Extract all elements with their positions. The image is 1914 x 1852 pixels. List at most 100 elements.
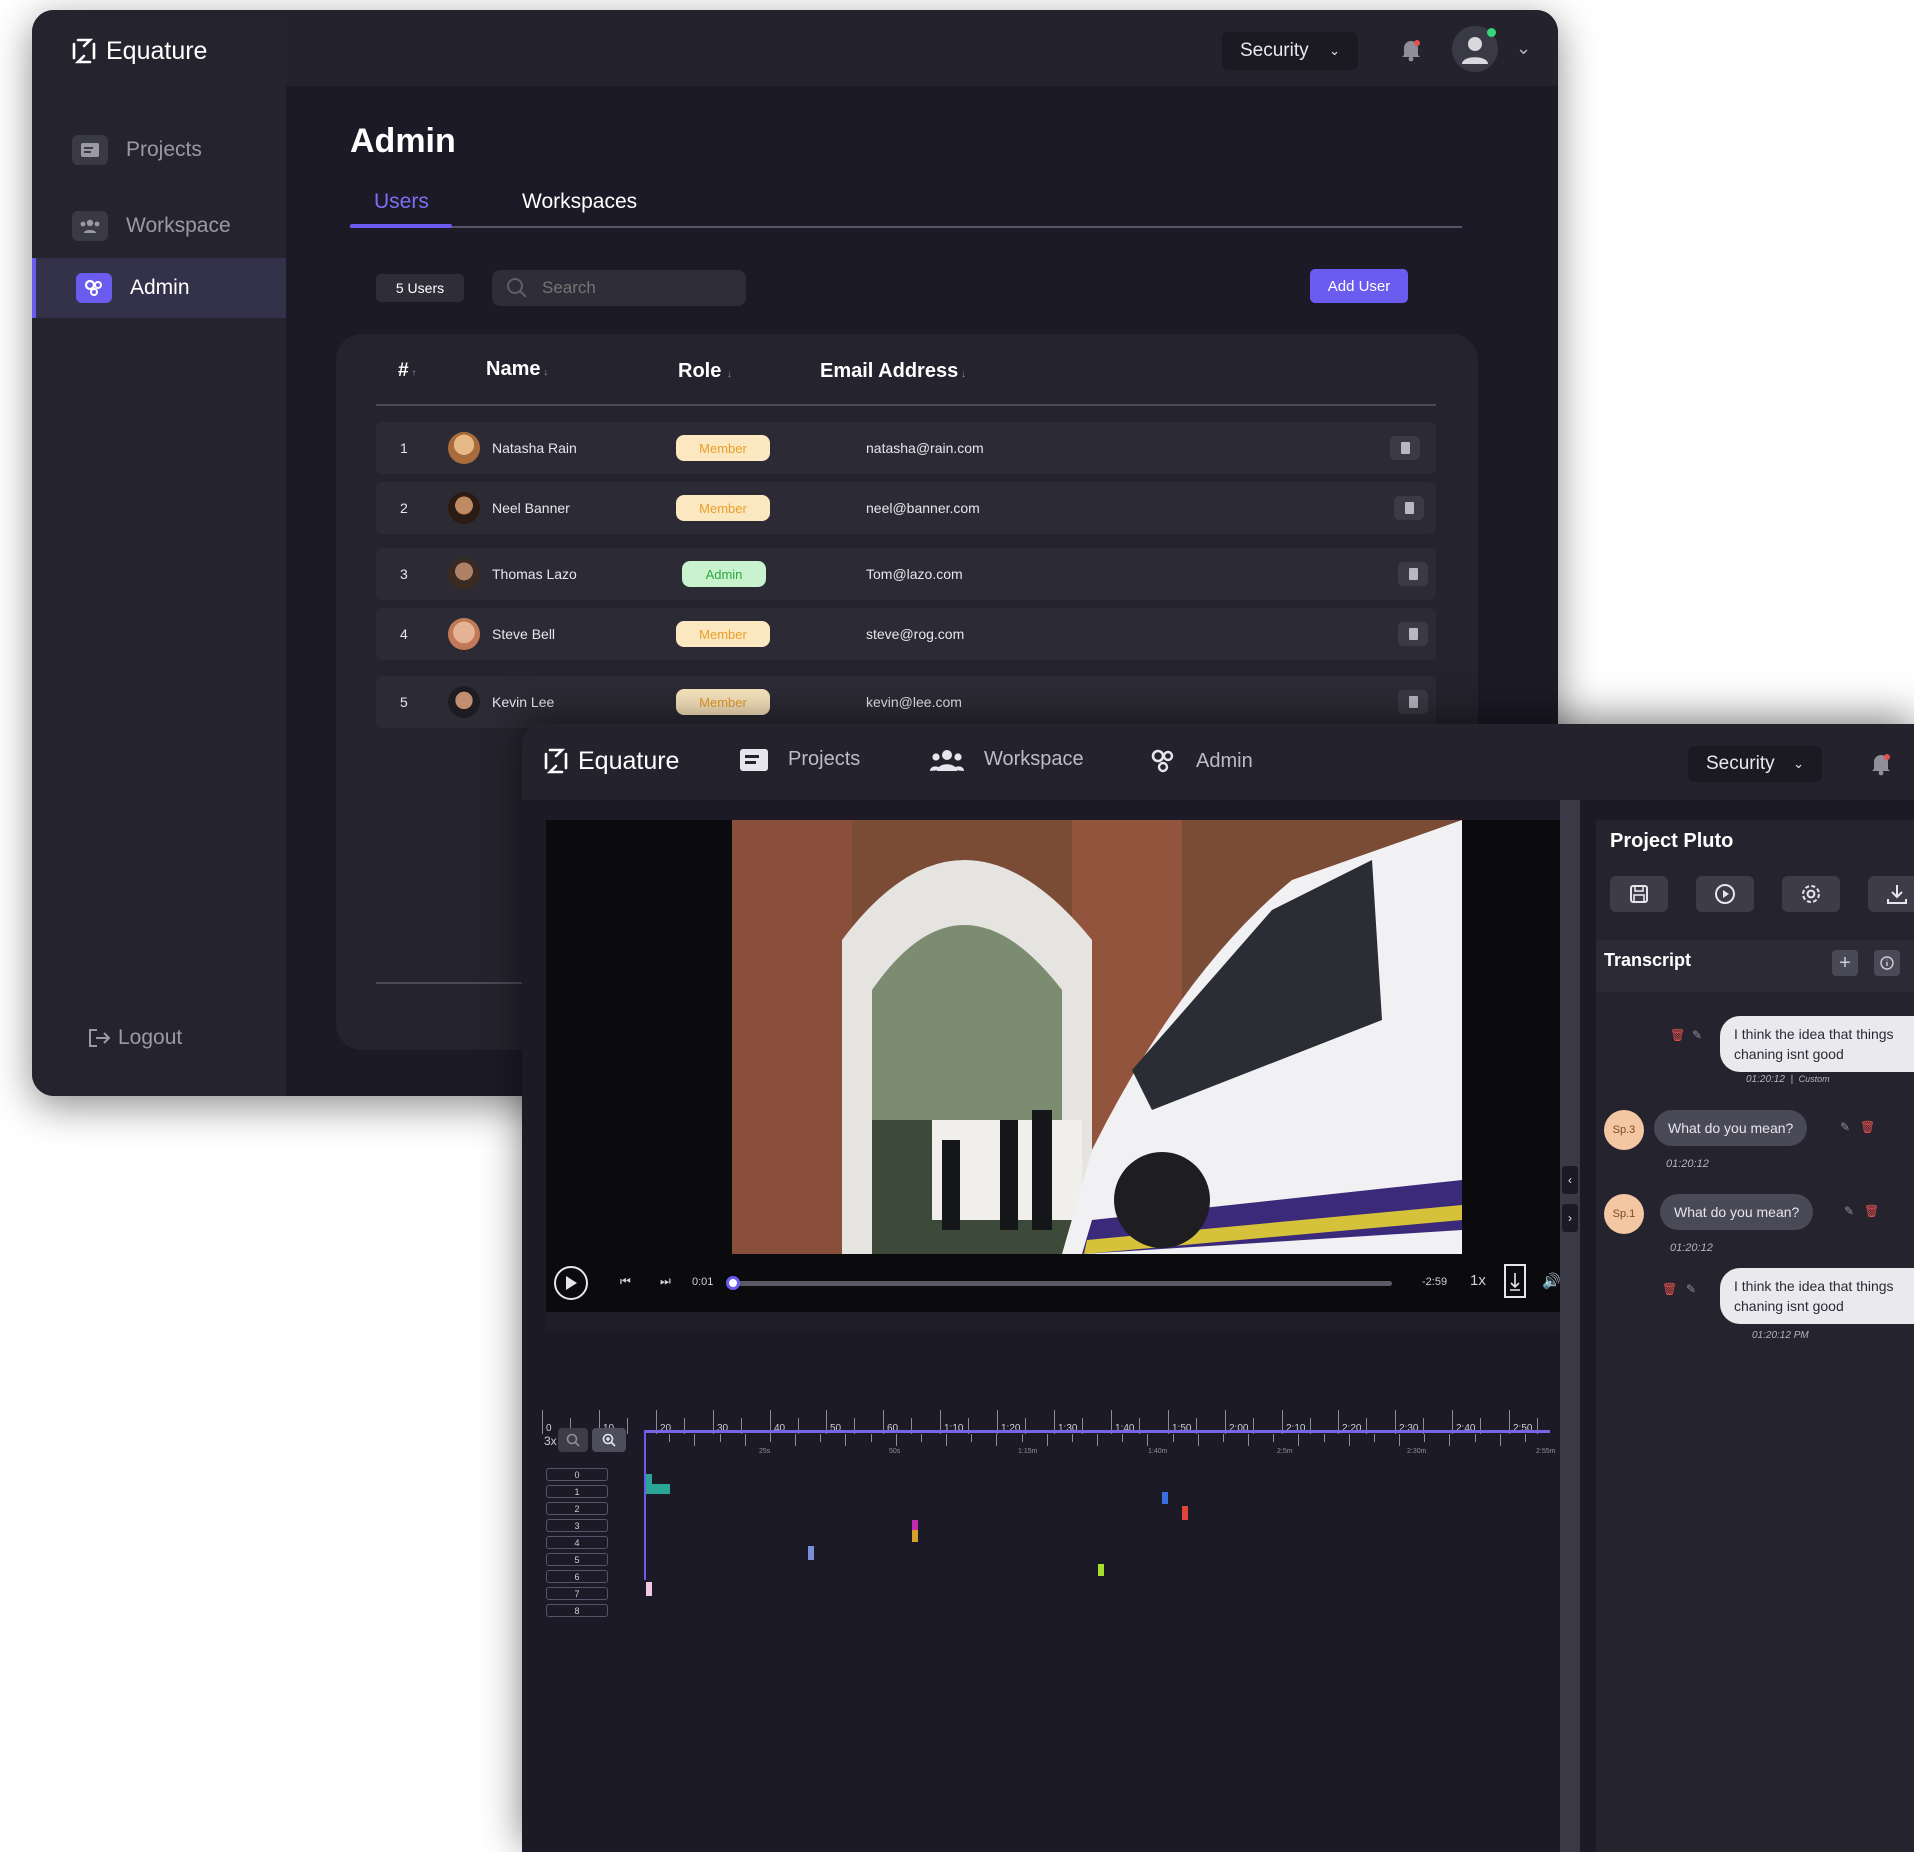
- zoom-ruler-tick: [946, 1434, 947, 1446]
- brand-logo[interactable]: Equature: [70, 36, 207, 66]
- info-icon[interactable]: [1874, 950, 1900, 976]
- logout-link[interactable]: Logout: [88, 1026, 182, 1050]
- seek-bar[interactable]: [732, 1281, 1392, 1286]
- track-lane-label[interactable]: 7: [546, 1587, 608, 1600]
- message-meta: 01:20:12 | Custom: [1746, 1074, 1830, 1085]
- delete-icon[interactable]: [1398, 690, 1428, 714]
- sidebar-item-workspace[interactable]: Workspace: [32, 196, 286, 256]
- search-box[interactable]: [492, 270, 746, 306]
- delete-icon[interactable]: [1398, 562, 1428, 586]
- seek-handle[interactable]: [726, 1276, 740, 1290]
- user-avatar: [448, 558, 480, 590]
- tab-workspaces[interactable]: Workspaces: [522, 190, 637, 214]
- skip-back-icon[interactable]: ⏮: [620, 1274, 631, 1289]
- track-lane-label[interactable]: 1: [546, 1485, 608, 1498]
- add-transcript-icon[interactable]: +: [1832, 950, 1858, 976]
- ruler-label: 0: [546, 1423, 552, 1434]
- event-marker[interactable]: [808, 1546, 814, 1560]
- download-clip-icon[interactable]: [1504, 1264, 1526, 1298]
- collapse-right-icon[interactable]: ›: [1562, 1204, 1578, 1232]
- table-row[interactable]: 1 Natasha Rain Member natasha@rain.com: [376, 422, 1436, 474]
- event-marker[interactable]: [1098, 1564, 1104, 1576]
- transcript-message[interactable]: I think the idea that things chaning isn…: [1720, 1016, 1914, 1072]
- bell-icon[interactable]: [1400, 38, 1422, 67]
- zoom-ruler-label: 2:5m: [1277, 1448, 1293, 1455]
- nav-admin[interactable]: Admin: [1150, 748, 1253, 774]
- delete-icon[interactable]: [1394, 496, 1424, 520]
- video-player[interactable]: ⏮ ⏭ 0:01 -2:59 1x 🔊: [546, 820, 1561, 1312]
- nav-workspace[interactable]: Workspace: [930, 748, 1084, 771]
- avatar[interactable]: [1452, 26, 1498, 72]
- playback-speed[interactable]: 1x: [1470, 1272, 1486, 1289]
- track-lane-label[interactable]: 2: [546, 1502, 608, 1515]
- security-label: Security: [1706, 753, 1775, 774]
- brand-logo[interactable]: Equature: [542, 746, 679, 776]
- user-email: steve@rog.com: [866, 626, 965, 642]
- event-marker[interactable]: [912, 1520, 918, 1530]
- delete-message-icon[interactable]: 🗑: [1662, 1282, 1677, 1296]
- transcript-message[interactable]: I think the idea that things chaning isn…: [1720, 1268, 1914, 1324]
- event-marker[interactable]: [646, 1582, 652, 1596]
- delete-icon[interactable]: [1398, 622, 1428, 646]
- timeline-zoom-bar[interactable]: [644, 1430, 1550, 1433]
- collapse-left-icon[interactable]: ‹: [1562, 1166, 1578, 1194]
- track-lane-label[interactable]: 4: [546, 1536, 608, 1549]
- transcript-message[interactable]: What do you mean?: [1660, 1194, 1814, 1230]
- event-marker[interactable]: [1182, 1506, 1188, 1520]
- delete-message-icon[interactable]: 🗑: [1860, 1120, 1875, 1134]
- track-lane-label[interactable]: 5: [546, 1553, 608, 1566]
- zoom-out-button[interactable]: [558, 1428, 588, 1452]
- column-header-name[interactable]: Name ↓: [486, 358, 548, 381]
- table-row[interactable]: 4 Steve Bell Member steve@rog.com: [376, 608, 1436, 660]
- edit-message-icon[interactable]: ✎: [1686, 1282, 1696, 1296]
- skip-forward-icon[interactable]: ⏭: [660, 1274, 671, 1289]
- table-row[interactable]: 3 Thomas Lazo Admin Tom@lazo.com: [376, 548, 1436, 600]
- download-button[interactable]: [1868, 876, 1914, 912]
- nav-projects[interactable]: Projects: [740, 748, 860, 771]
- user-avatar: [448, 618, 480, 650]
- edit-message-icon[interactable]: ✎: [1692, 1028, 1702, 1042]
- settings-button[interactable]: [1782, 876, 1840, 912]
- play-button[interactable]: [554, 1266, 588, 1300]
- save-button[interactable]: [1610, 876, 1668, 912]
- event-marker[interactable]: [912, 1530, 918, 1542]
- zoom-in-button[interactable]: [592, 1428, 626, 1452]
- sidebar-item-label: Projects: [126, 138, 202, 161]
- panel-divider[interactable]: [1560, 800, 1580, 1852]
- transcript-message[interactable]: What do you mean?: [1654, 1110, 1808, 1146]
- users-count-badge: 5 Users: [376, 274, 464, 302]
- event-marker[interactable]: [1162, 1492, 1168, 1504]
- sidebar-item-label: Admin: [130, 276, 190, 299]
- track-lane-label[interactable]: 3: [546, 1519, 608, 1532]
- playhead[interactable]: [644, 1430, 646, 1580]
- delete-message-icon[interactable]: 🗑: [1864, 1204, 1879, 1218]
- bell-icon[interactable]: [1870, 752, 1892, 781]
- sidebar-item-admin[interactable]: Admin: [32, 258, 286, 318]
- zoom-ruler-tick: [996, 1434, 997, 1446]
- column-header-number[interactable]: # ↑: [398, 360, 416, 382]
- edit-message-icon[interactable]: ✎: [1844, 1204, 1854, 1218]
- track-lane-label[interactable]: 0: [546, 1468, 608, 1481]
- track-lane-label[interactable]: 6: [546, 1570, 608, 1583]
- edit-message-icon[interactable]: ✎: [1840, 1120, 1850, 1134]
- security-dropdown[interactable]: Security ⌄: [1222, 32, 1358, 70]
- message-time: 01:20:12: [1670, 1242, 1713, 1254]
- delete-message-icon[interactable]: 🗑: [1670, 1028, 1685, 1042]
- track-lane-label[interactable]: 8: [546, 1604, 608, 1617]
- search-input[interactable]: [540, 277, 720, 299]
- column-header-role[interactable]: Role ↓: [678, 360, 732, 383]
- table-row[interactable]: 5 Kevin Lee Member kevin@lee.com: [376, 676, 1436, 728]
- delete-icon[interactable]: [1390, 436, 1420, 460]
- volume-icon[interactable]: 🔊: [1542, 1272, 1561, 1290]
- table-row[interactable]: 2 Neel Banner Member neel@banner.com: [376, 482, 1436, 534]
- add-user-button[interactable]: Add User: [1310, 269, 1408, 303]
- security-dropdown[interactable]: Security ⌄: [1688, 746, 1822, 782]
- sidebar-item-projects[interactable]: Projects: [32, 120, 286, 180]
- column-header-email[interactable]: Email Address ↓: [820, 360, 966, 383]
- nav-label: Admin: [1196, 749, 1253, 772]
- play-project-button[interactable]: [1696, 876, 1754, 912]
- chevron-down-icon[interactable]: ⌄: [1516, 38, 1531, 59]
- tab-users[interactable]: Users: [374, 190, 429, 214]
- zoom-ruler-tick: [1022, 1434, 1023, 1442]
- event-segment[interactable]: [646, 1484, 670, 1494]
